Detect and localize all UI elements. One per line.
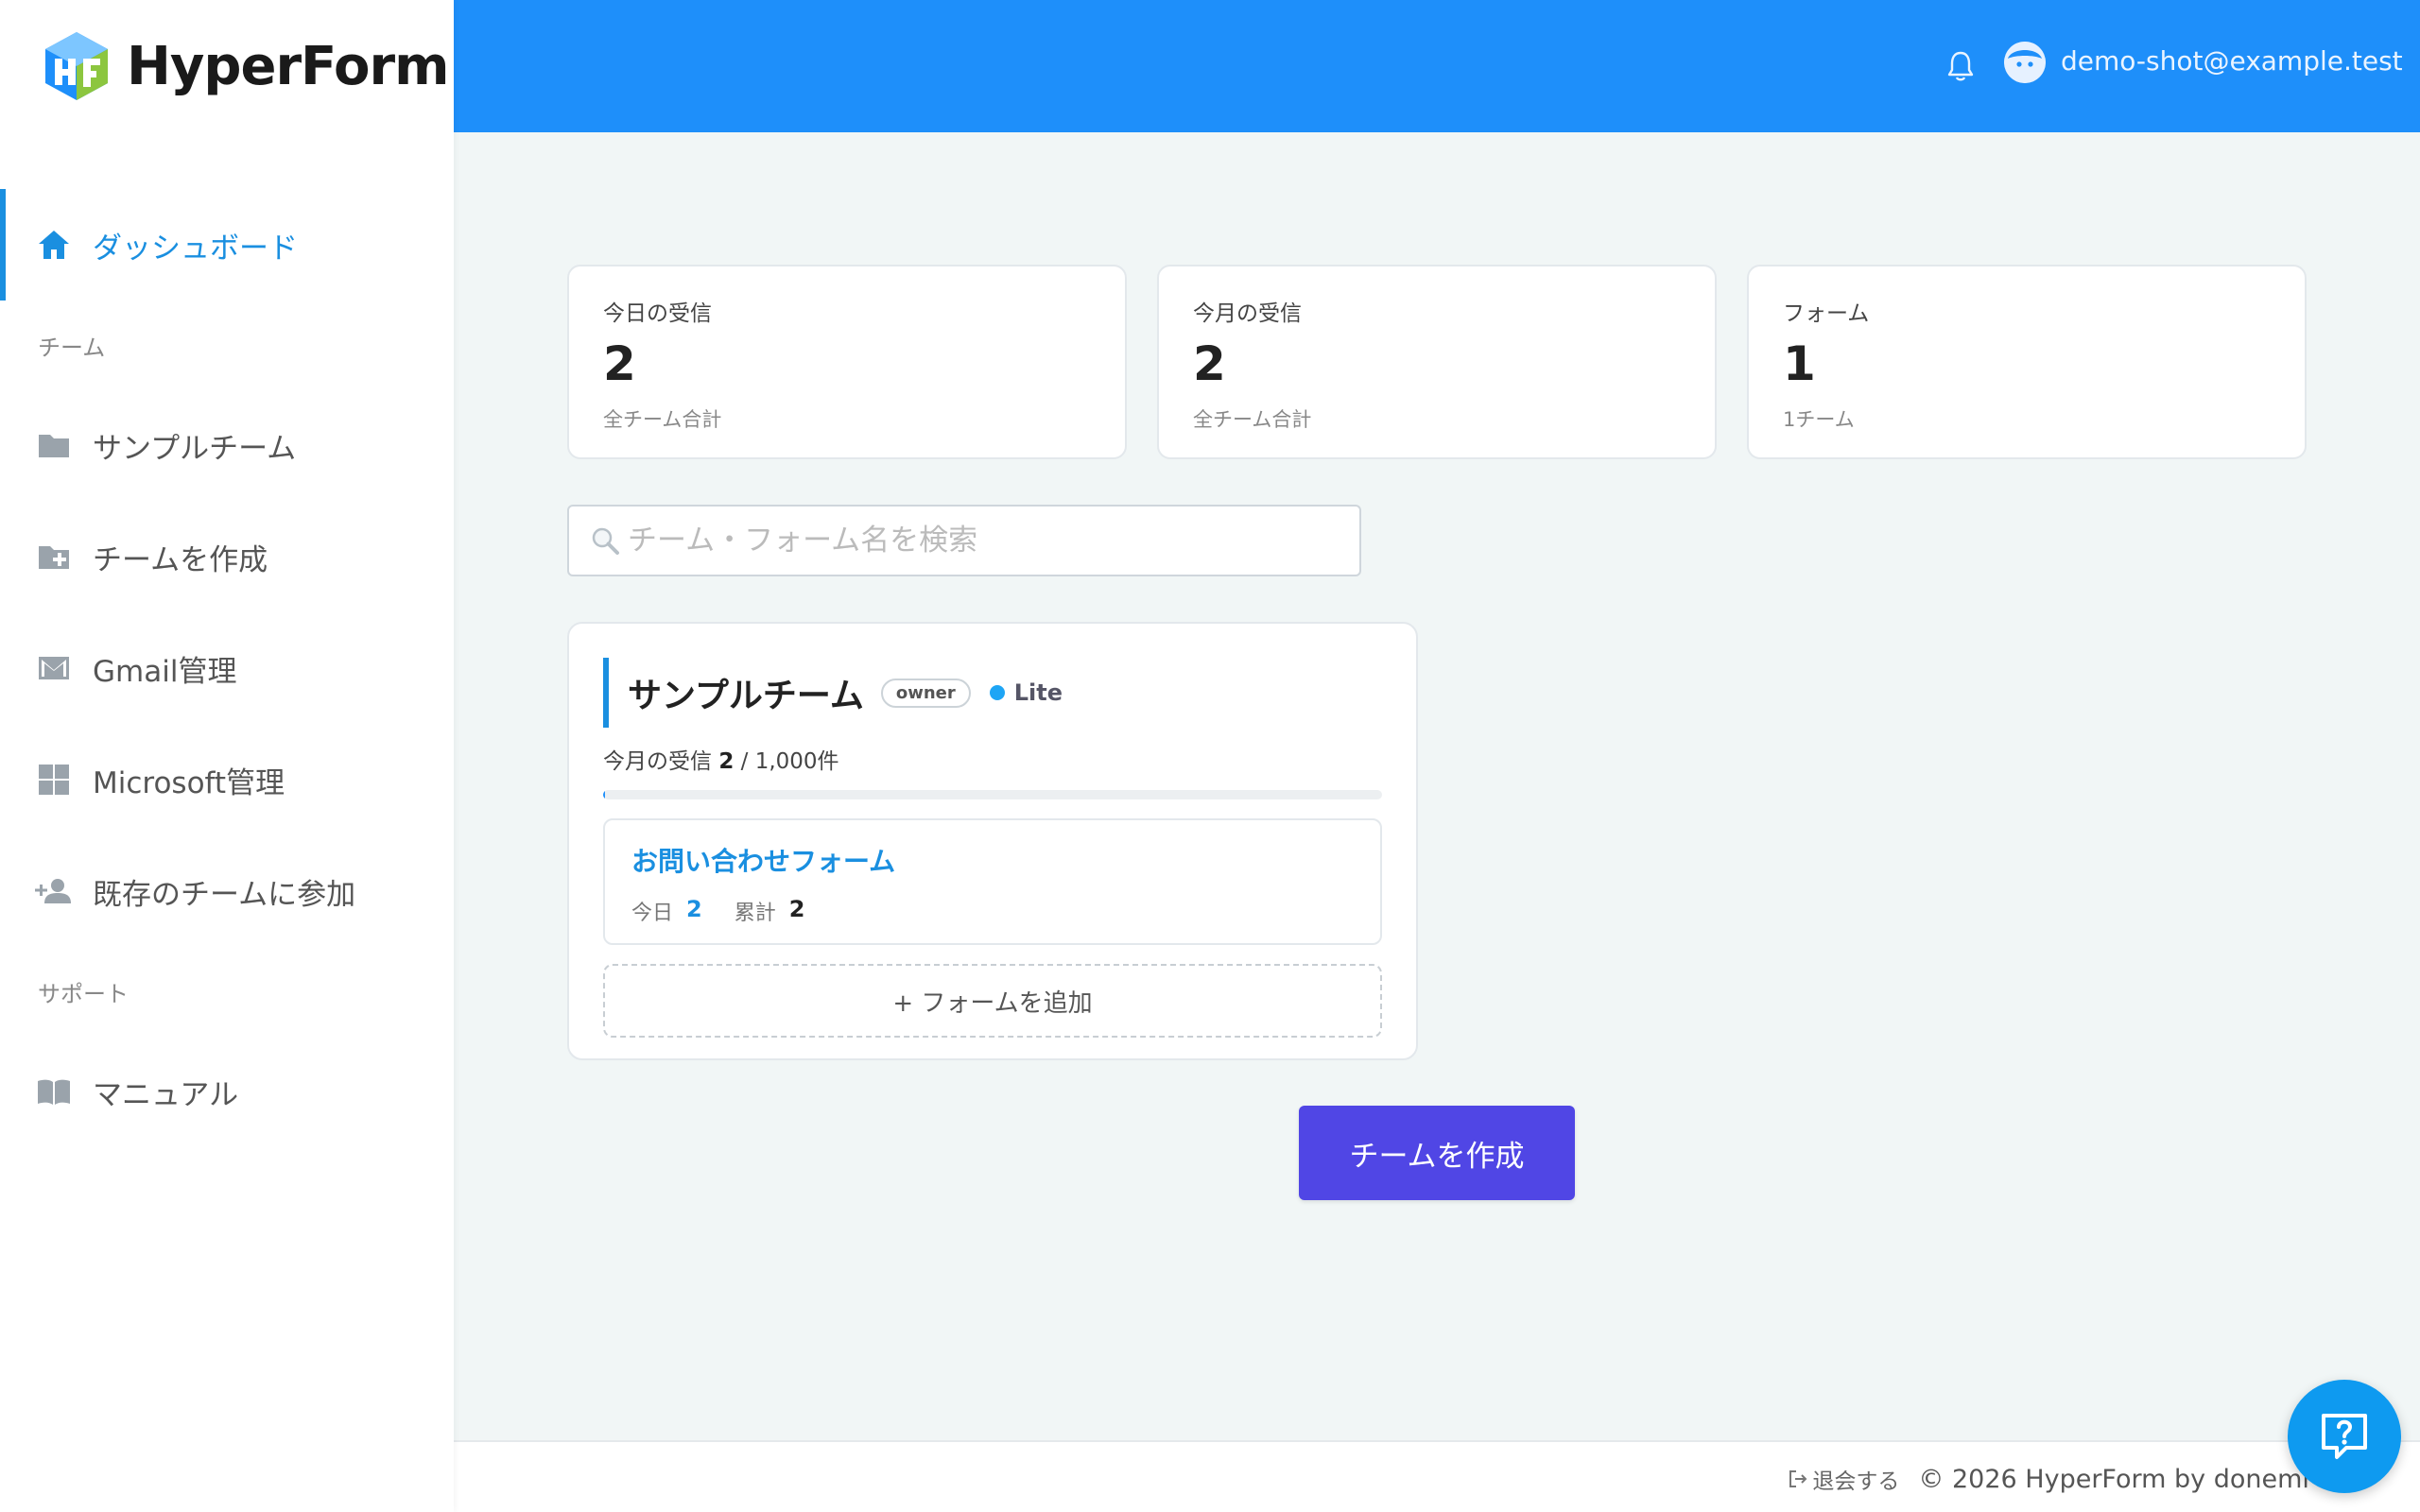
sidebar-item-sample-team[interactable]: サンプルチーム [0, 389, 454, 501]
stat-sub: 1チーム [1783, 408, 1855, 431]
stat-card-today: 今日の受信 2 全チーム合計 [567, 265, 1127, 459]
mail-icon [34, 648, 74, 688]
sidebar-item-create-team[interactable]: チームを作成 [0, 501, 454, 612]
usage-progress-bar [603, 790, 1382, 799]
logo[interactable]: HyperForm [0, 0, 454, 132]
windows-icon [34, 760, 74, 799]
form-item[interactable]: お問い合わせフォーム 今日 2 累計 2 [603, 818, 1382, 945]
form-today-label: 今日 [631, 902, 674, 925]
stat-label: フォーム [1783, 301, 1870, 326]
team-header: サンプルチーム owner Lite [603, 658, 1382, 728]
search-box [567, 505, 1361, 576]
footer: 退会する © 2026 HyperForm by donemi Inc. [454, 1440, 2420, 1512]
stat-value: 2 [603, 336, 636, 391]
add-form-button[interactable]: + フォームを追加 [603, 964, 1382, 1038]
folder-add-icon [34, 537, 74, 576]
sidebar-item-microsoft[interactable]: Microsoft管理 [0, 724, 454, 835]
home-icon [34, 225, 74, 265]
footer-right: 退会する © 2026 HyperForm by donemi Inc. [1788, 1463, 2363, 1495]
help-question-icon [2322, 1414, 2367, 1459]
stat-sub: 全チーム合計 [1193, 408, 1312, 431]
folder-icon [34, 425, 74, 465]
form-total-label: 累計 [734, 902, 776, 925]
user-email[interactable]: demo-shot@example.test [2061, 45, 2403, 77]
create-team-button[interactable]: チームを作成 [1299, 1106, 1575, 1200]
sidebar-item-label: サンプルチーム [93, 431, 297, 466]
sidebar-item-label: チームを作成 [93, 542, 268, 577]
withdraw-label: 退会する [1812, 1469, 1900, 1494]
sidebar-item-dashboard[interactable]: ダッシュボード [0, 189, 454, 301]
stat-value: 1 [1783, 336, 1816, 391]
plan-label: Lite [1013, 679, 1063, 706]
form-total-count: 2 [788, 896, 805, 922]
usage-text: 今月の受信 2 / 1,000件 [603, 743, 1382, 775]
search-input[interactable] [628, 524, 1346, 558]
sidebar-item-label: マニュアル [93, 1077, 239, 1112]
plan-indicator: Lite [989, 679, 1063, 706]
usage-count: 2 [718, 749, 735, 774]
sidebar-item-label: Microsoft管理 [93, 765, 285, 800]
stat-label: 今日の受信 [603, 301, 712, 326]
team-name[interactable]: サンプルチーム [628, 668, 864, 717]
form-stats: 今日 2 累計 2 [631, 896, 1354, 926]
book-icon [34, 1072, 74, 1111]
help-chat-button[interactable] [2288, 1380, 2401, 1493]
withdraw-link[interactable]: 退会する [1788, 1463, 1899, 1495]
top-header: demo-shot@example.test [454, 0, 2420, 132]
stat-card-month: 今月の受信 2 全チーム合計 [1157, 265, 1717, 459]
usage-label: 今月の受信 [603, 749, 712, 774]
logout-icon [1789, 1470, 1807, 1487]
form-title[interactable]: お問い合わせフォーム [631, 841, 1354, 879]
hyperform-logo-icon [45, 32, 108, 100]
bell-icon[interactable] [1944, 49, 1978, 83]
usage-limit: / 1,000件 [740, 749, 839, 774]
sidebar-item-label: Gmail管理 [93, 654, 237, 689]
stat-value: 2 [1193, 336, 1226, 391]
stat-card-forms: フォーム 1 1チーム [1747, 265, 2307, 459]
brand-name: HyperForm [127, 35, 449, 97]
stat-label: 今月の受信 [1193, 301, 1302, 326]
form-today-count: 2 [686, 896, 702, 922]
sidebar-item-join-team[interactable]: 既存のチームに参加 [0, 835, 454, 947]
avatar-face-icon [2004, 42, 2046, 83]
sidebar-section-team: チーム [38, 334, 106, 361]
copyright: © 2026 HyperForm by donemi Inc. [1918, 1464, 2363, 1494]
plan-dot-icon [989, 685, 1005, 700]
sidebar-item-label: ダッシュボード [93, 231, 298, 266]
person-add-icon [34, 871, 74, 911]
stat-sub: 全チーム合計 [603, 408, 722, 431]
sidebar-section-support: サポート [38, 980, 129, 1007]
sidebar-item-gmail[interactable]: Gmail管理 [0, 612, 454, 724]
usage-progress-fill [603, 790, 605, 799]
sidebar-item-manual[interactable]: マニュアル [0, 1036, 454, 1147]
team-card: サンプルチーム owner Lite 今月の受信 2 / 1,000件 お問い合… [567, 622, 1418, 1060]
sidebar: HyperForm ダッシュボード チーム サンプルチーム チームを作成 Gma… [0, 0, 454, 1512]
role-badge: owner [880, 678, 971, 708]
sidebar-nav: ダッシュボード チーム サンプルチーム チームを作成 Gmail管理 Micro… [0, 132, 454, 1147]
sidebar-item-label: 既存のチームに参加 [93, 877, 356, 912]
search-icon [592, 527, 619, 555]
user-avatar[interactable] [2004, 42, 2046, 83]
